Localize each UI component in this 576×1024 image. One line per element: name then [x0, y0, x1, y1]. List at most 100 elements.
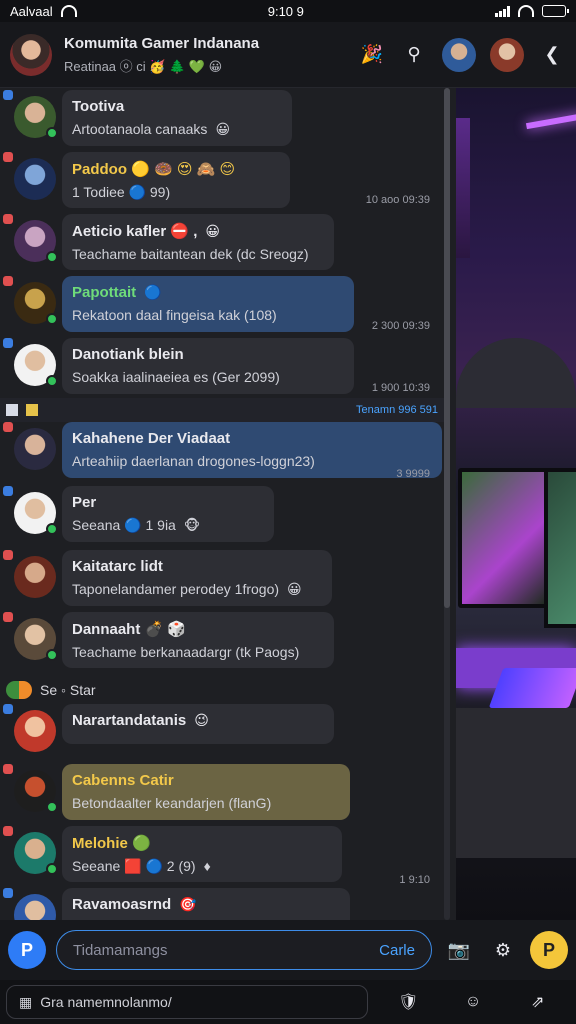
contact-name: Aeticio kafler ⛔ ,: [72, 223, 198, 240]
group-avatar[interactable]: [10, 33, 52, 76]
grid-icon: ▦: [19, 993, 33, 1010]
message-snippet: Rekatoon daal fingeisa kak (108): [72, 307, 277, 323]
message-bubble[interactable]: Danotiank blein Soakka iaalinaeiea es (G…: [62, 338, 354, 394]
scrollbar[interactable]: [444, 88, 450, 920]
reaction-text: Se ◦ Star: [40, 682, 96, 698]
chat-list[interactable]: Tootiva Artootanaola canaaks 😀 Paddoo 🟡 🍩…: [0, 88, 456, 920]
emoji: 😀: [215, 121, 231, 137]
contact-name: Melohie 🟢: [72, 835, 151, 852]
shield-icon[interactable]: 🛡: [393, 987, 423, 1017]
sticker-icon[interactable]: ⚙: [486, 933, 520, 967]
unread-dot: [3, 214, 13, 224]
message-snippet: Arteahiip daerlanan drogones-loggn23): [72, 453, 315, 469]
message-bubble[interactable]: Paddoo 🟡 🍩 😍 🙈 😊 1 Todiee 🔵 99): [62, 152, 290, 208]
profile-icon[interactable]: ☺: [458, 987, 488, 1017]
divider-text: Tenamn 996 591: [356, 404, 438, 416]
clock: 9:10 9: [267, 3, 304, 19]
group-subtitle: Reatinaa ⓞ ci 🥳 🌲 💚 😀: [64, 58, 223, 74]
message-bubble[interactable]: Papottait 🔵 Rekatoon daal fingeisa kak (1…: [62, 276, 354, 332]
message-snippet: Teachame berkanaadargr (tk Paogs): [72, 644, 300, 660]
unread-dot: [3, 826, 13, 836]
contact-name: Paddoo 🟡 🍩 😍 🙈 😊: [72, 161, 236, 178]
timestamp: 1 900 10:39: [371, 382, 430, 394]
chat-header: Komumita Gamer Indanana Reatinaa ⓞ ci 🥳 …: [0, 22, 576, 88]
avatar: [14, 710, 56, 752]
message-snippet: Seeana 🔵 1 9ia: [72, 517, 176, 533]
online-indicator: [46, 375, 58, 387]
date-divider: Tenamn 996 591: [0, 398, 444, 422]
unread-dot: [3, 152, 13, 162]
unread-dot: [3, 612, 13, 622]
contact-name: Tootiva: [72, 98, 125, 115]
emoji: 🎯: [179, 896, 197, 912]
bottom-search-field[interactable]: ▦ Gra namemnolanmo/: [6, 985, 368, 1019]
carrier-label: Aalvaal: [10, 3, 53, 19]
contact-name: Cabenns Catir: [72, 772, 174, 789]
message-bubble[interactable]: Kaitatarc lidt Taponelandamer perodey 1f…: [62, 550, 332, 606]
gaming-setup-photo: [456, 88, 576, 920]
emoji: 🐵: [183, 517, 201, 533]
unread-dot: [3, 338, 13, 348]
message-bubble[interactable]: Tootiva Artootanaola canaaks 😀: [62, 90, 292, 146]
group-title[interactable]: Komumita Gamer Indanana: [64, 35, 358, 52]
camera-icon[interactable]: 📷: [442, 933, 476, 967]
wifi-icon-right: [517, 5, 534, 17]
search-icon[interactable]: ⚲: [400, 41, 428, 69]
unread-dot: [3, 704, 13, 714]
attach-button[interactable]: P: [8, 931, 46, 969]
bottom-search-text: Gra namemnolanmo/: [40, 994, 172, 1010]
reaction-row[interactable]: Se ◦ Star: [0, 678, 444, 702]
unread-dot: [3, 550, 13, 560]
contact-name: Dannaaht 💣 🎲: [72, 621, 187, 638]
message-composer: P Tidamamangs Carle 📷 ⚙ P: [0, 920, 576, 980]
unread-dot: [3, 276, 13, 286]
contact-name: Kahahene Der Viadaat: [72, 430, 231, 447]
message-snippet: Betondaalter keandarjen (flanG): [72, 795, 272, 811]
message-bubble[interactable]: Melohie 🟢 Seeane 🟥 🔵 2 (9) ♦: [62, 826, 342, 882]
message-bubble[interactable]: Kahahene Der Viadaat Arteahiip daerlanan…: [62, 422, 442, 478]
timestamp: 1 9:10: [399, 874, 430, 886]
wifi-icon: [60, 5, 77, 17]
message-snippet: Seeane 🟥 🔵 2 (9): [72, 858, 196, 874]
emoji: ♦: [203, 858, 211, 874]
timestamp: 10 aoo 09:39: [365, 194, 430, 206]
avatar: [14, 428, 56, 470]
signal-icon: [494, 5, 510, 17]
scroll-thumb[interactable]: [444, 88, 450, 608]
contact-name: Narartandatanis: [72, 712, 187, 729]
message-input-placeholder: Tidamamangs: [73, 941, 168, 959]
back-chevron-icon[interactable]: ❮: [538, 41, 566, 69]
message-bubble[interactable]: Aeticio kafler ⛔ , 😀 Teachame baitantean …: [62, 214, 334, 270]
message-bubble[interactable]: Dannaaht 💣 🎲 Teachame berkanaadargr (tk …: [62, 612, 334, 668]
emoji: 🔵: [144, 284, 162, 300]
avatar: [14, 556, 56, 598]
message-snippet: Taponelandamer perodey 1frogo): [72, 581, 280, 597]
contact-name: Per: [72, 494, 97, 511]
message-bubble[interactable]: Per Seeana 🔵 1 9ia 🐵: [62, 486, 274, 542]
contact-name: Papottait: [72, 284, 137, 301]
message-snippet: Artootanaola canaaks: [72, 121, 208, 137]
unread-dot: [3, 90, 13, 100]
share-icon[interactable]: ⇗: [523, 987, 553, 1017]
member-avatar-1[interactable]: [442, 37, 476, 72]
status-bar: Aalvaal 9:10 9: [0, 0, 576, 22]
member-avatar-2[interactable]: [490, 37, 524, 72]
online-indicator: [46, 801, 58, 813]
message-bubble[interactable]: Cabenns Catir Betondaalter keandarjen (f…: [62, 764, 350, 820]
online-indicator: [46, 251, 58, 263]
avatar: [14, 158, 56, 200]
contact-name: Kaitatarc lidt: [72, 558, 163, 575]
online-indicator: [46, 523, 58, 535]
unread-dot: [3, 888, 13, 898]
message-bubble[interactable]: Ravamoasrnd 🎯: [62, 888, 350, 920]
profile-button[interactable]: P: [530, 931, 568, 969]
battery-icon: [541, 5, 569, 17]
message-snippet: Teachame baitantean dek (dc Sreogz): [72, 246, 309, 262]
send-button[interactable]: Carle: [379, 942, 415, 959]
message-snippet: 1 Todiee 🔵 99): [72, 184, 171, 200]
message-input[interactable]: Tidamamangs Carle: [56, 930, 432, 970]
divider-square-icon: [6, 404, 18, 416]
message-bubble[interactable]: Narartandatanis 😉: [62, 704, 334, 744]
contact-name: Ravamoasrnd: [72, 896, 172, 913]
emoji: 😀: [205, 223, 220, 239]
